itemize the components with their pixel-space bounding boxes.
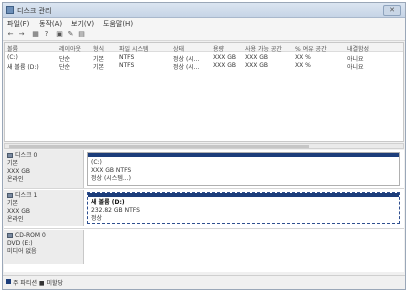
disk-type: 기본 [7,160,19,167]
table-row[interactable]: (C:) 단순 기본 NTFS 정상 (시... XXX GB XXX GB X… [5,54,403,63]
close-button[interactable]: ✕ [383,5,401,16]
column-header[interactable]: 사용 가능 공간 [245,44,289,53]
cell-free-space: XXX GB [245,54,269,61]
column-header[interactable]: 파일 시스템 [119,44,167,53]
menu-action[interactable]: 동작(A) [39,19,62,29]
disk-status: 온라인 [7,216,24,223]
disk-graphical-view: 디스크 0 기본 XXX GB 온라인 (C:) XXX GB NTFS 정상 … [4,150,404,272]
primary-partition-bar [88,153,399,157]
partition-size-fs: 232.82 GB NTFS [91,207,140,214]
cdrom-row[interactable]: CD-ROM 0 DVD (E:) 미디어 없음 [4,230,404,264]
title-bar[interactable]: 디스크 관리 ✕ [3,3,405,18]
cell-filesystem: NTFS [119,54,135,61]
disk-row[interactable]: 디스크 0 기본 XXX GB 온라인 (C:) XXX GB NTFS 정상 … [4,150,404,188]
partition-d[interactable]: 새 볼륨 (D:) 232.82 GB NTFS 정상 [87,192,400,224]
properties-icon[interactable]: ✎ [66,30,75,39]
show-hide-icon[interactable]: ▣ [55,30,64,39]
cell-percent-free: XX % [295,54,311,61]
cell-free-space: XXX GB [245,62,269,69]
column-header[interactable]: 레이아웃 [59,44,89,53]
primary-partition-bar [88,193,399,197]
cell-layout: 단순 [59,64,71,71]
help-icon[interactable]: ? [42,30,51,39]
toolbar: ← → ▦ ? ▣ ✎ ▤ [3,29,405,41]
cell-status: 정상 (시... [173,64,200,71]
divider [4,228,404,229]
disk-label[interactable]: CD-ROM 0 DVD (E:) 미디어 없음 [4,230,84,264]
partition-status: 정상 [91,215,103,222]
disk-management-icon [6,6,14,14]
disk-status: 온라인 [7,176,24,183]
forward-icon[interactable]: → [17,30,26,39]
table-row[interactable]: 새 볼륨 (D:) 단순 기본 NTFS 정상 (시... XXX GB XXX… [5,62,403,71]
column-header[interactable]: 형식 [93,44,113,53]
partition-label: 새 볼륨 (D:) [91,199,125,206]
disk-name: CD-ROM 0 [15,232,46,239]
partition-status: 정상 (시스템...) [91,175,131,182]
column-header[interactable]: 내결함성 [347,44,391,53]
console-tree-icon[interactable]: ▦ [31,30,40,39]
menu-file[interactable]: 파일(F) [7,19,29,29]
disk-type: DVD (E:) [7,240,33,247]
column-header[interactable]: % 여유 공간 [295,44,335,53]
legend-bar: 주 파티션 ■ 미할당 [3,275,405,287]
primary-partition-swatch [6,279,11,284]
scrollbar-thumb[interactable] [9,145,309,148]
volume-table: 볼륨 레이아웃 형식 파일 시스템 상태 용량 사용 가능 공간 % 여유 공간… [4,42,404,142]
disk-icon [7,153,13,158]
column-header[interactable]: 볼륨 [7,44,51,53]
cell-capacity: XXX GB [213,54,237,61]
partition-label: (C:) [91,159,102,166]
disk-management-window: 디스크 관리 ✕ 파일(F) 동작(A) 보기(V) 도움말(H) ← → ▦ … [2,2,406,290]
partition-size-fs: XXX GB NTFS [91,167,132,174]
disk-status: 미디어 없음 [7,248,37,255]
cell-filesystem: NTFS [119,62,135,69]
disk-row[interactable]: 디스크 1 기본 XXX GB 온라인 새 볼륨 (D:) 232.82 GB … [4,190,404,226]
cell-percent-free: XX % [295,62,311,69]
horizontal-scrollbar[interactable] [4,143,404,149]
window-title: 디스크 관리 [17,7,52,15]
legend-text: 주 파티션 ■ 미할당 [13,280,64,287]
table-header: 볼륨 레이아웃 형식 파일 시스템 상태 용량 사용 가능 공간 % 여유 공간… [5,43,403,53]
cell-fault-tolerance: 아니요 [347,64,364,71]
cell-capacity: XXX GB [213,62,237,69]
menu-view[interactable]: 보기(V) [71,19,94,29]
cdrom-icon [7,233,13,238]
cell-type: 기본 [93,64,105,71]
disk-icon [7,193,13,198]
disk-label[interactable]: 디스크 0 기본 XXX GB 온라인 [4,150,84,188]
partition-c[interactable]: (C:) XXX GB NTFS 정상 (시스템...) [87,152,400,186]
column-header[interactable]: 용량 [213,44,241,53]
cell-volume: 새 볼륨 (D:) [7,64,39,71]
disk-type: 기본 [7,200,19,207]
menu-bar: 파일(F) 동작(A) 보기(V) 도움말(H) [3,18,405,29]
back-icon[interactable]: ← [6,30,15,39]
list-view-icon[interactable]: ▤ [77,30,86,39]
menu-help[interactable]: 도움말(H) [103,19,133,29]
disk-name: 디스크 1 [15,192,38,199]
disk-size: XXX GB [7,168,31,175]
divider [4,188,404,189]
cell-volume: (C:) [7,54,18,61]
disk-label[interactable]: 디스크 1 기본 XXX GB 온라인 [4,190,84,226]
column-header[interactable]: 상태 [173,44,207,53]
disk-name: 디스크 0 [15,152,38,159]
disk-size: XXX GB [7,208,31,215]
